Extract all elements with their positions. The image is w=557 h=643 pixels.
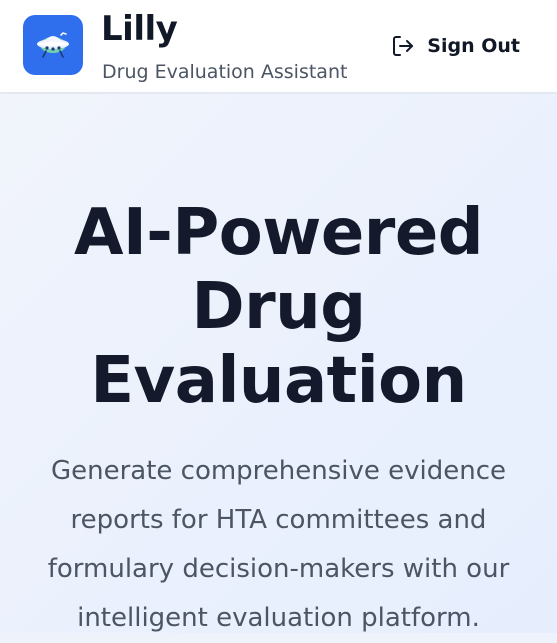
hero-title-line: AI-Powered [73,196,484,270]
hero-section: AI-Powered Drug Evaluation Generate comp… [0,94,557,633]
brand-subtitle: Drug Evaluation Assistant [102,61,348,83]
hero-title-line: Drug [191,270,366,344]
hero-description-line: Generate comprehensive evidence [50,456,507,486]
brand-name: Lilly [101,9,178,49]
sign-out-icon [393,36,414,56]
hero-description-line: formulary decision-makers with our [47,554,510,584]
app-logo [23,15,83,75]
hero-title: AI-Powered Drug Evaluation [0,196,557,418]
spaceship-icon [37,32,69,58]
hero-description-line: reports for HTA committees and [70,505,487,535]
app-header: Lilly Drug Evaluation Assistant Sign Out [0,0,557,93]
hero-description-line: intelligent evaluation platform. [77,603,480,633]
sign-out-button[interactable]: Sign Out [391,30,520,62]
hero-description: Generate comprehensive evidence reports … [0,447,557,643]
hero-title-line: Evaluation [90,344,467,418]
sign-out-label: Sign Out [427,35,520,57]
